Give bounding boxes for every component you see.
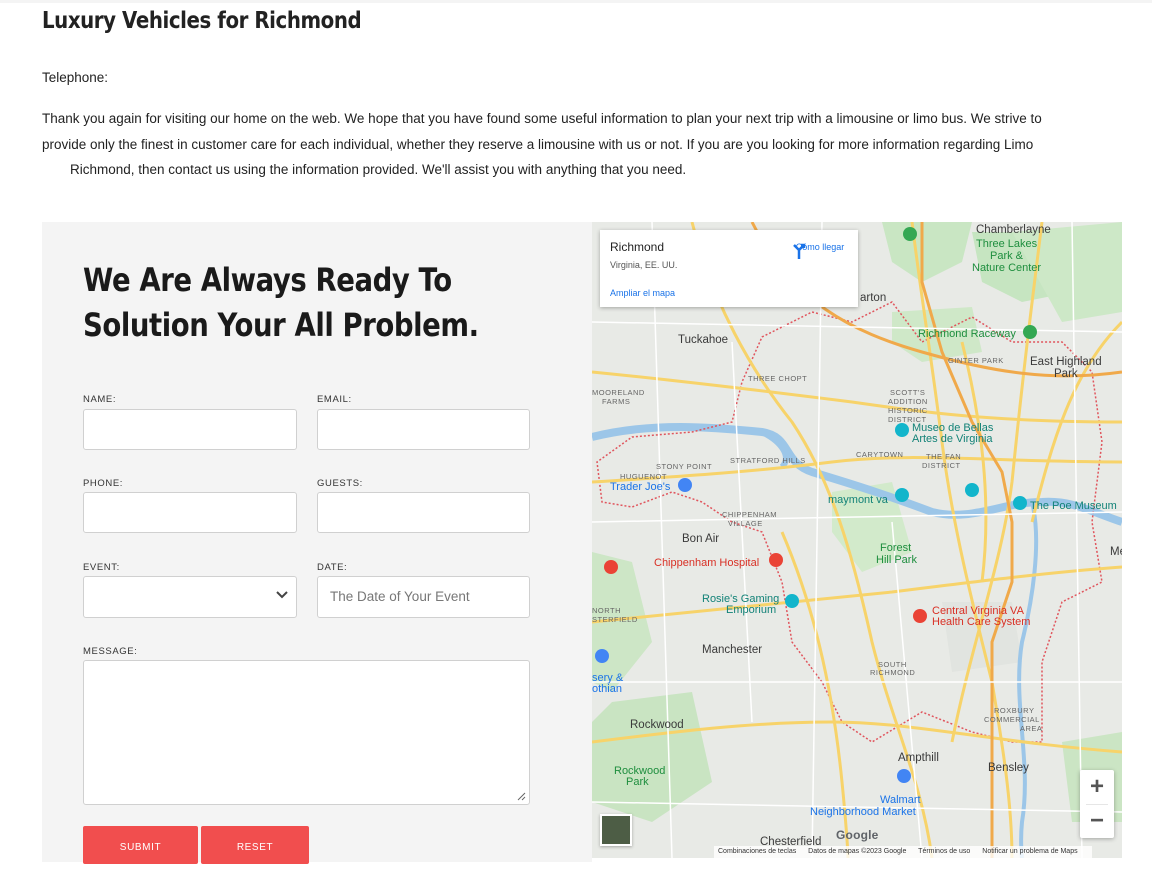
map-canvas xyxy=(592,222,1122,858)
map-label: The Poe Museum xyxy=(1030,500,1117,512)
map-label: Park & xyxy=(990,250,1024,262)
event-label: EVENT: xyxy=(83,562,120,573)
map-label: Manchester xyxy=(702,644,763,656)
telephone-label: Telephone: xyxy=(42,70,109,85)
contact-form-panel: We Are Always Ready To Solution Your All… xyxy=(42,222,592,864)
map-label: DISTRICT xyxy=(922,461,961,470)
map-label: Chippenham Hospital xyxy=(654,557,760,569)
map-label: Bensley xyxy=(988,762,1029,774)
map-label: Hill Park xyxy=(876,554,917,566)
map-label: Chamberlayne xyxy=(976,224,1051,236)
map-label: Richmond Raceway xyxy=(918,328,1016,340)
report-problem-link[interactable]: Notificar un problema de Maps xyxy=(982,848,1077,855)
form-heading-line: We Are Always Ready To xyxy=(83,261,452,299)
map-label: Walmart xyxy=(880,794,921,806)
map-label: Park xyxy=(626,776,649,788)
satellite-toggle-button[interactable] xyxy=(600,814,632,846)
google-map[interactable]: Chamberlayne Three Lakes Park & Nature C… xyxy=(592,222,1122,858)
enlarge-map-link[interactable]: Ampliar el mapa xyxy=(610,288,675,298)
map-label: Three Lakes xyxy=(976,238,1038,250)
map-label: Bon Air xyxy=(682,533,720,545)
message-textarea[interactable] xyxy=(83,660,530,805)
map-label: East Highland xyxy=(1030,356,1102,368)
map-label: NORTH xyxy=(592,606,622,615)
map-label: SCOTT'S xyxy=(890,388,926,397)
date-placeholder: The Date of Your Event xyxy=(330,589,470,604)
chevron-down-icon xyxy=(276,590,288,602)
map-label: MOORELAND xyxy=(592,388,645,397)
intro-line: Thank you again for visiting our home on… xyxy=(42,111,1042,126)
map-label: maymont va xyxy=(828,494,888,506)
map-label: THREE CHOPT xyxy=(748,374,808,383)
directions-button[interactable]: Cómo llegar xyxy=(790,242,850,259)
google-logo: Google xyxy=(836,828,879,842)
map-label: Rockwood xyxy=(630,719,684,731)
map-label: THE FAN xyxy=(926,452,962,461)
map-data-text: Datos de mapas ©2023 Google xyxy=(808,848,907,855)
intro-paragraph: Thank you again for visiting our home on… xyxy=(42,106,1122,183)
map-label: Ampthill xyxy=(898,752,939,764)
resize-grip-icon[interactable] xyxy=(516,791,526,801)
submit-button[interactable]: SUBMIT xyxy=(83,826,198,864)
map-label: AREA xyxy=(1020,724,1043,733)
info-card-subtitle: Virginia, EE. UU. xyxy=(610,260,678,270)
map-label: ADDITION xyxy=(888,397,928,406)
zoom-out-button[interactable]: − xyxy=(1080,804,1114,838)
map-label: VILLAGE xyxy=(728,519,763,528)
map-label: Me xyxy=(1110,546,1122,558)
guests-label: GUESTS: xyxy=(317,478,363,489)
map-label: Tuckahoe xyxy=(678,334,729,346)
map-label: CARYTOWN xyxy=(856,450,904,459)
map-label: Health Care System xyxy=(932,616,1031,628)
name-label: NAME: xyxy=(83,394,117,405)
map-label: Artes de Virginia xyxy=(912,433,993,445)
zoom-control: + − xyxy=(1080,770,1114,838)
map-label: othian xyxy=(592,683,622,695)
directions-icon xyxy=(793,243,806,259)
map-label: HUGUENOT xyxy=(620,472,667,481)
map-label: HISTORIC xyxy=(888,406,928,415)
map-label: Park xyxy=(1054,368,1078,380)
intro-line: Richmond, then contact us using the info… xyxy=(70,162,687,177)
map-label: Neighborhood Market xyxy=(810,806,916,818)
email-label: EMAIL: xyxy=(317,394,352,405)
terms-link[interactable]: Términos de uso xyxy=(918,848,970,855)
info-card-title: Richmond xyxy=(610,240,665,254)
phone-label: PHONE: xyxy=(83,478,124,489)
map-label: arton xyxy=(860,292,887,304)
map-label: ROXBURY xyxy=(994,706,1035,715)
map-label: STERFIELD xyxy=(592,615,638,624)
phone-input[interactable] xyxy=(83,492,297,533)
form-heading-line: Solution Your All Problem. xyxy=(83,306,479,344)
reset-button[interactable]: RESET xyxy=(201,826,309,864)
guests-input[interactable] xyxy=(317,492,530,533)
map-label: Trader Joe's xyxy=(610,481,671,493)
intro-line: provide only the finest in customer care… xyxy=(42,136,1034,152)
event-select[interactable] xyxy=(83,576,297,618)
map-attribution: Combinaciones de teclas Datos de mapas ©… xyxy=(714,846,1092,858)
keyboard-shortcuts-link[interactable]: Combinaciones de teclas xyxy=(718,848,796,855)
map-label: FARMS xyxy=(602,397,631,406)
date-label: DATE: xyxy=(317,562,348,573)
top-border xyxy=(0,0,1152,3)
date-input[interactable]: The Date of Your Event xyxy=(317,576,530,618)
map-label: STONY POINT xyxy=(656,462,713,471)
name-input[interactable] xyxy=(83,409,297,450)
map-info-card: Richmond Virginia, EE. UU. Cómo llegar A… xyxy=(600,230,858,307)
map-label: Forest xyxy=(880,542,912,554)
form-heading: We Are Always Ready To Solution Your All… xyxy=(83,258,496,348)
zoom-in-button[interactable]: + xyxy=(1080,770,1114,804)
map-label: COMMERCIAL xyxy=(984,715,1040,724)
map-label: Nature Center xyxy=(972,262,1042,274)
page-title: Luxury Vehicles for Richmond xyxy=(42,8,362,34)
map-label: Emporium xyxy=(726,604,777,616)
map-label: CHIPPENHAM xyxy=(722,510,778,519)
map-label: RICHMOND xyxy=(870,668,916,677)
email-input[interactable] xyxy=(317,409,530,450)
message-label: MESSAGE: xyxy=(83,646,138,657)
map-label: GINTER PARK xyxy=(948,356,1004,365)
map-label: STRATFORD HILLS xyxy=(730,456,806,465)
